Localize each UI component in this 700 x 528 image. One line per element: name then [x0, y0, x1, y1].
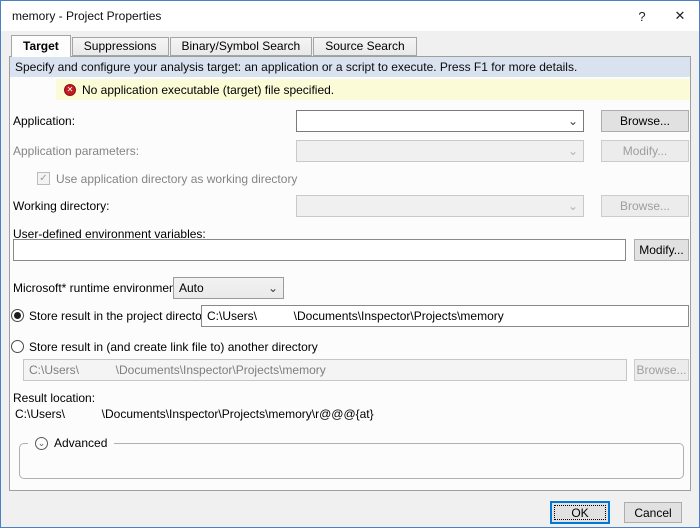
- chevron-down-icon: ⌄: [564, 142, 582, 160]
- project-properties-dialog: memory - Project Properties ? ✕ Target S…: [0, 0, 700, 528]
- tab-strip: Target Suppressions Binary/Symbol Search…: [9, 34, 691, 56]
- application-combobox[interactable]: ⌄: [296, 110, 584, 132]
- advanced-label: Advanced: [54, 436, 107, 450]
- tab-target[interactable]: Target: [11, 35, 71, 57]
- titlebar-buttons: ? ✕: [623, 1, 699, 31]
- tab-suppressions[interactable]: Suppressions: [72, 37, 169, 56]
- check-icon: ✓: [39, 173, 47, 184]
- advanced-group: ⌄ Advanced: [19, 443, 684, 479]
- use-app-dir-checkbox: ✓: [37, 172, 50, 185]
- tab-source-search[interactable]: Source Search: [313, 37, 416, 56]
- error-icon: ✕: [64, 84, 76, 96]
- store-in-other-label[interactable]: Store result in (and create link file to…: [29, 336, 318, 358]
- application-parameters-combobox: ⌄: [296, 140, 584, 162]
- titlebar: memory - Project Properties ? ✕: [1, 1, 699, 31]
- description-bar: Specify and configure your analysis targ…: [10, 57, 690, 77]
- ok-button[interactable]: OK: [551, 502, 609, 523]
- chevron-down-icon[interactable]: ⌄: [264, 279, 282, 297]
- runtime-environment-label: Microsoft* runtime environment:: [13, 277, 182, 299]
- help-icon[interactable]: ?: [623, 1, 661, 31]
- store-in-other-path-input: C:\Users\ \Documents\Inspector\Projects\…: [23, 359, 627, 381]
- application-parameters-modify-button: Modify...: [601, 140, 689, 162]
- env-variables-input[interactable]: [13, 239, 626, 261]
- store-in-project-label[interactable]: Store result in the project directory:: [29, 305, 215, 327]
- store-in-other-browse-button: Browse...: [634, 359, 689, 381]
- tab-control: Target Suppressions Binary/Symbol Search…: [9, 34, 691, 491]
- use-app-dir-label: Use application directory as working dir…: [56, 168, 297, 190]
- runtime-environment-dropdown[interactable]: Auto ⌄: [173, 277, 284, 299]
- result-location-label: Result location:: [13, 387, 95, 409]
- warning-bar: ✕ No application executable (target) fil…: [56, 79, 690, 100]
- working-directory-label: Working directory:: [13, 195, 109, 217]
- runtime-environment-value: Auto: [179, 281, 204, 295]
- env-variables-modify-button[interactable]: Modify...: [634, 239, 689, 261]
- close-icon[interactable]: ✕: [661, 1, 699, 31]
- store-in-project-path-input[interactable]: C:\Users\ \Documents\Inspector\Projects\…: [201, 305, 689, 327]
- target-tab-page: Specify and configure your analysis targ…: [9, 56, 691, 491]
- application-parameters-label: Application parameters:: [13, 140, 139, 162]
- window-title: memory - Project Properties: [1, 9, 161, 23]
- working-directory-browse-button: Browse...: [601, 195, 689, 217]
- warning-text: No application executable (target) file …: [82, 83, 334, 97]
- result-location-path: C:\Users\ \Documents\Inspector\Projects\…: [15, 407, 374, 422]
- chevron-down-icon[interactable]: ⌄: [564, 112, 582, 130]
- tab-binary-symbol-search[interactable]: Binary/Symbol Search: [170, 37, 313, 56]
- store-in-project-radio[interactable]: [11, 309, 24, 322]
- working-directory-combobox: ⌄: [296, 195, 584, 217]
- application-browse-button[interactable]: Browse...: [601, 110, 689, 132]
- chevron-down-icon: ⌄: [564, 197, 582, 215]
- cancel-button[interactable]: Cancel: [624, 502, 682, 523]
- application-label: Application:: [13, 110, 75, 132]
- advanced-expander[interactable]: ⌄ Advanced: [28, 436, 114, 450]
- expander-chevron-icon[interactable]: ⌄: [35, 437, 48, 450]
- store-in-other-radio[interactable]: [11, 340, 24, 353]
